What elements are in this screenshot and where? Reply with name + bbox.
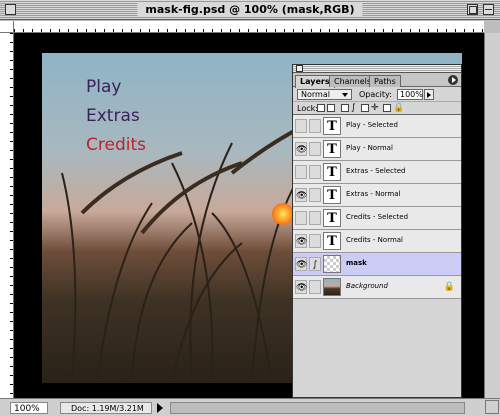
layer-row[interactable]: 👁 T Credits - Normal <box>293 230 461 253</box>
menu-text-play: Play <box>86 77 122 97</box>
layer-thumbnail <box>323 255 341 273</box>
layer-name: Credits - Normal <box>346 236 404 244</box>
layer-name: Play - Normal <box>346 144 393 152</box>
resize-grip[interactable] <box>485 400 499 414</box>
text-layer-icon: T <box>323 209 341 227</box>
menu-text-extras: Extras <box>86 106 140 126</box>
brush-icon[interactable]: ∫ <box>309 257 321 271</box>
menu-text-credits: Credits <box>86 135 146 155</box>
window-title: mask-fig.psd @ 100% (mask,RGB) <box>137 3 363 17</box>
layer-row[interactable]: T Extras - Selected <box>293 161 461 184</box>
palette-tabs: Layers Channels Paths <box>293 73 461 88</box>
zoom-level-field[interactable]: 100% <box>10 402 48 414</box>
link-slot[interactable] <box>309 280 321 294</box>
zoom-box[interactable] <box>467 4 478 15</box>
lock-icon: 🔒 <box>443 282 455 292</box>
link-slot[interactable] <box>309 165 321 179</box>
move-icon: ✛ <box>371 103 379 113</box>
palette-close-box[interactable] <box>296 65 303 72</box>
document-size-info: Doc: 1.19M/3.21M <box>60 402 152 414</box>
layer-row[interactable]: 👁 T Play - Normal <box>293 138 461 161</box>
text-layer-icon: T <box>323 163 341 181</box>
eye-icon[interactable] <box>295 165 307 179</box>
info-menu-arrow-icon[interactable] <box>157 403 163 413</box>
chevron-down-icon <box>342 93 348 97</box>
text-layer-icon: T <box>323 232 341 250</box>
layer-name: Extras - Selected <box>346 167 406 175</box>
layer-name: Play - Selected <box>346 121 398 129</box>
layer-row[interactable]: 👁 ∫ mask <box>293 253 461 276</box>
layer-name: Background <box>346 282 388 290</box>
layer-name: mask <box>346 259 367 267</box>
sun-shape <box>272 203 294 225</box>
text-layer-icon: T <box>323 117 341 135</box>
layer-name: Credits - Selected <box>346 213 409 221</box>
opacity-label: Opacity: <box>359 90 392 99</box>
layer-list: T Play - Selected 👁 T Play - Normal T Extras -… <box>293 115 461 299</box>
collapse-box[interactable] <box>483 4 494 15</box>
status-bar: 100% Doc: 1.19M/3.21M <box>0 398 500 416</box>
ruler-corner[interactable] <box>0 21 14 33</box>
close-box[interactable] <box>5 4 16 15</box>
eye-icon[interactable] <box>295 211 307 225</box>
eye-icon[interactable]: 👁 <box>295 257 307 271</box>
blend-mode-value: Normal <box>301 90 330 99</box>
layer-row[interactable]: 👁 T Extras - Normal <box>293 184 461 207</box>
vertical-scrollbar[interactable] <box>484 33 500 398</box>
link-slot[interactable] <box>309 142 321 156</box>
eye-icon[interactable]: 👁 <box>295 188 307 202</box>
opacity-input[interactable]: 100% <box>397 89 423 100</box>
brush-icon: ∫ <box>351 103 356 113</box>
window-titlebar[interactable]: mask-fig.psd @ 100% (mask,RGB) <box>0 0 500 20</box>
blend-opacity-row: Normal Opacity: 100% <box>293 87 461 102</box>
layers-palette: Layers Channels Paths Normal Opacity: 10… <box>292 64 462 398</box>
layer-thumbnail <box>323 278 341 296</box>
palette-menu-arrow-icon[interactable] <box>448 75 458 85</box>
palette-titlebar[interactable] <box>293 65 461 73</box>
link-slot[interactable] <box>309 188 321 202</box>
lock-row: Lock: ∫ ✛ 🔒 <box>293 102 461 115</box>
text-layer-icon: T <box>323 186 341 204</box>
layer-row[interactable]: T Play - Selected <box>293 115 461 138</box>
opacity-slider-arrow-icon[interactable] <box>424 89 434 100</box>
layer-row[interactable]: T Credits - Selected <box>293 207 461 230</box>
text-layer-icon: T <box>323 140 341 158</box>
horizontal-ruler[interactable] <box>14 21 484 33</box>
eye-icon[interactable]: 👁 <box>295 280 307 294</box>
blend-mode-select[interactable]: Normal <box>297 89 352 100</box>
eye-icon[interactable] <box>295 119 307 133</box>
link-slot[interactable] <box>309 234 321 248</box>
link-slot[interactable] <box>309 119 321 133</box>
lock-position-checkbox[interactable] <box>361 104 369 112</box>
tab-paths[interactable]: Paths <box>369 75 401 87</box>
layer-row[interactable]: 👁 Background 🔒 <box>293 276 461 299</box>
eye-icon[interactable]: 👁 <box>295 142 307 156</box>
horizontal-scrollbar[interactable] <box>170 402 465 414</box>
lock-label: Lock: <box>297 104 318 113</box>
lock-transparency-checkbox[interactable] <box>317 104 325 112</box>
layer-name: Extras - Normal <box>346 190 401 198</box>
eye-icon[interactable]: 👁 <box>295 234 307 248</box>
lock-transparency-icon[interactable] <box>327 104 335 112</box>
lock-image-checkbox[interactable] <box>341 104 349 112</box>
lock-icon: 🔒 <box>393 103 405 113</box>
link-slot[interactable] <box>309 211 321 225</box>
vertical-ruler[interactable] <box>0 33 14 398</box>
lock-all-checkbox[interactable] <box>383 104 391 112</box>
